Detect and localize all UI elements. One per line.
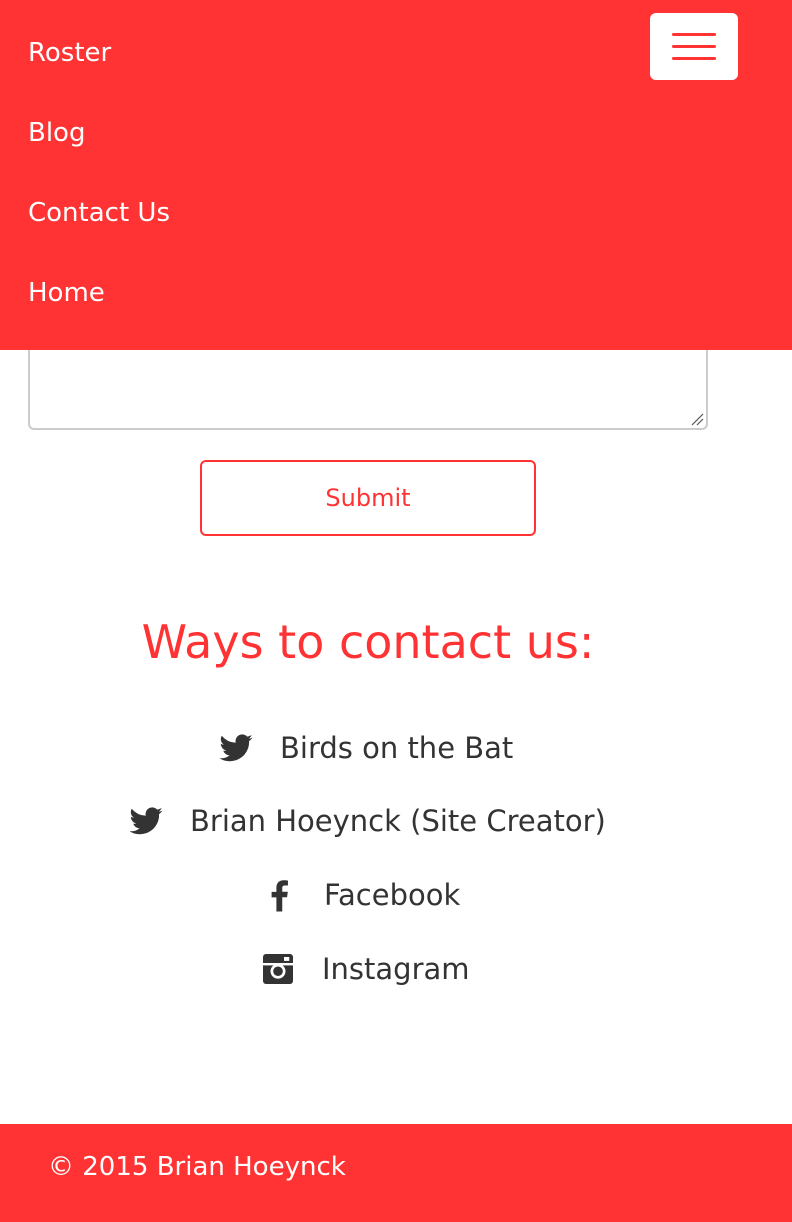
hamburger-menu-icon-bar <box>672 45 716 48</box>
hamburger-menu-icon <box>672 33 716 36</box>
instagram-icon <box>260 951 296 987</box>
contact-link-label: Instagram <box>322 952 470 986</box>
navbar: Roster Blog Contact Us Home <box>0 0 792 350</box>
menu-toggle-button[interactable] <box>650 13 738 80</box>
contact-link-label: Birds on the Bat <box>280 731 514 765</box>
nav-item-roster[interactable]: Roster <box>28 40 111 66</box>
resize-handle-icon[interactable] <box>690 412 704 426</box>
contact-heading: Ways to contact us: <box>141 615 595 669</box>
contact-link-site-creator[interactable]: Brian Hoeynck (Site Creator) <box>128 803 606 839</box>
nav-item-contact-us[interactable]: Contact Us <box>28 200 170 226</box>
twitter-icon <box>128 803 164 839</box>
hamburger-menu-icon-bar <box>672 57 716 60</box>
contact-link-label: Brian Hoeynck (Site Creator) <box>190 804 606 838</box>
contact-link-birds-on-the-bat[interactable]: Birds on the Bat <box>218 730 513 766</box>
facebook-icon <box>262 877 298 913</box>
nav-item-blog[interactable]: Blog <box>28 120 85 146</box>
footer: © 2015 Brian Hoeynck <box>0 1124 792 1222</box>
contact-link-facebook[interactable]: Facebook <box>262 877 460 913</box>
nav-item-home[interactable]: Home <box>28 280 105 306</box>
twitter-icon <box>218 730 254 766</box>
contact-link-label: Facebook <box>324 878 461 912</box>
copyright-text: © 2015 Brian Hoeynck <box>48 1152 346 1182</box>
submit-button[interactable]: Submit <box>200 460 536 536</box>
contact-link-instagram[interactable]: Instagram <box>260 951 470 987</box>
